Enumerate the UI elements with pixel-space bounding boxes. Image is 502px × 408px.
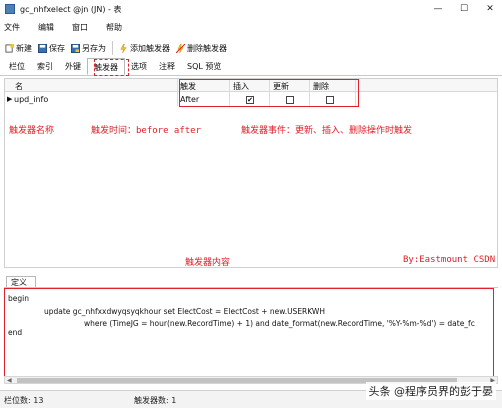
annotation-trigger-event: 触发器事件：更新、插入、删除操作时触发 xyxy=(241,126,413,136)
field-count: 栏位数: 13 xyxy=(4,396,44,405)
tab-triggers[interactable]: 触发器 xyxy=(87,58,125,75)
delete-trigger-label: 删除触发器 xyxy=(187,43,227,53)
trigger-grid: 名 触发 插入 更新 删除 ▶ upd_info After ✔ 触发器名称 触… xyxy=(4,78,498,268)
annotation-author: By:Eastmount CSDN xyxy=(403,255,496,265)
maximize-button[interactable]: ☐ xyxy=(456,2,472,16)
delete-trigger-button[interactable]: 删除触发器 xyxy=(173,42,230,55)
definition-panel: 定义 begin update gc_nhfxxdwyqsyqkhour set… xyxy=(4,272,498,384)
window-title: gc_nhfxelect @jn (JN) - 表 xyxy=(20,4,122,14)
annotation-trigger-name: 触发器名称 xyxy=(9,126,55,136)
row-pointer-icon: ▶ xyxy=(7,95,13,103)
add-trigger-label: 添加触发器 xyxy=(130,43,170,53)
menu-window[interactable]: 窗口 xyxy=(72,22,88,33)
add-trigger-icon xyxy=(120,43,127,53)
menu-file[interactable]: 文件 xyxy=(4,22,20,33)
toolbar-separator xyxy=(112,41,113,55)
save-label: 保存 xyxy=(49,43,65,53)
tab-comments[interactable]: 注释 xyxy=(153,58,181,75)
menu-help[interactable]: 帮助 xyxy=(106,22,122,33)
trigger-name-cell[interactable]: upd_info xyxy=(14,95,48,104)
definition-highlight xyxy=(4,288,494,382)
save-as-icon xyxy=(71,43,80,53)
new-label: 新建 xyxy=(16,43,32,53)
trigger-count: 触发器数: 1 xyxy=(134,396,177,405)
save-as-label: 另存为 xyxy=(82,43,106,53)
add-trigger-button[interactable]: 添加触发器 xyxy=(116,42,173,55)
annotation-trigger-time: 触发时间：before after xyxy=(91,126,202,136)
toolbar: 新建 保存 另存为 添加触发器 删除触发器 xyxy=(0,38,502,58)
delete-trigger-icon xyxy=(176,43,185,53)
tab-sql-preview[interactable]: SQL 预览 xyxy=(181,58,227,75)
menu-edit[interactable]: 编辑 xyxy=(38,22,54,33)
table-app-icon xyxy=(5,4,15,14)
design-tabs: 栏位 索引 外键 触发器 选项 注释 SQL 预览 xyxy=(0,58,502,76)
menu-bar: 文件 编辑 窗口 帮助 xyxy=(0,18,502,36)
title-bar: gc_nhfxelect @jn (JN) - 表 — ☐ ✕ xyxy=(0,0,502,18)
save-as-button[interactable]: 另存为 xyxy=(68,42,109,55)
save-button[interactable]: 保存 xyxy=(35,42,68,55)
scroll-left-arrow-icon[interactable]: ◀ xyxy=(7,377,12,384)
code-line-end[interactable]: end xyxy=(8,328,22,337)
window-controls: — ☐ ✕ xyxy=(430,2,498,16)
tab-options[interactable]: 选项 xyxy=(125,58,153,75)
close-button[interactable]: ✕ xyxy=(482,2,498,16)
code-line-begin[interactable]: begin xyxy=(8,294,29,303)
tab-foreign-keys[interactable]: 外键 xyxy=(59,58,87,75)
watermark: 头条 @程序员界的彭于晏 xyxy=(365,382,496,400)
tab-indexes[interactable]: 索引 xyxy=(31,58,59,75)
annotation-trigger-content: 触发器内容 xyxy=(185,258,231,268)
minimize-button[interactable]: — xyxy=(430,2,446,16)
tab-fields[interactable]: 栏位 xyxy=(3,58,31,75)
new-icon xyxy=(5,43,14,53)
header-name: 名 xyxy=(15,82,23,91)
new-button[interactable]: 新建 xyxy=(2,42,35,55)
trigger-settings-highlight xyxy=(179,79,359,107)
save-icon xyxy=(38,43,47,53)
code-line-update[interactable]: update gc_nhfxxdwyqsyqkhour set ElectCos… xyxy=(44,307,325,316)
code-line-where[interactable]: where (TimeJG = hour(new.RecordTime) + 1… xyxy=(84,319,475,328)
